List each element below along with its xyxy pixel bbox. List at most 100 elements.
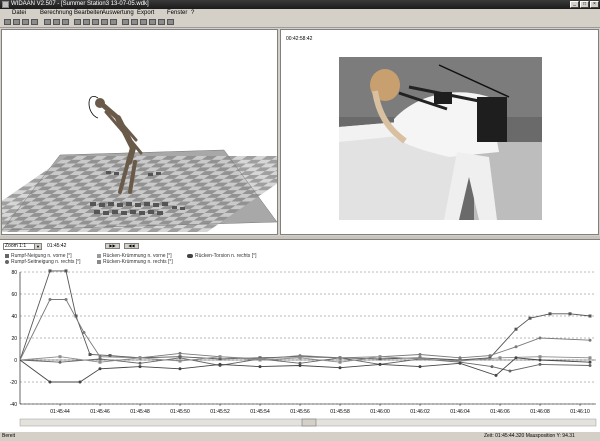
status-time: Zeit: 01:45:44.320 Mausposition Y: 94.31 xyxy=(484,433,575,439)
data-point xyxy=(258,365,262,369)
menu-fenster[interactable]: Fenster xyxy=(167,9,187,17)
x-tick-label: 01:45:46 xyxy=(90,409,110,415)
data-point xyxy=(588,338,592,342)
open-icon[interactable] xyxy=(13,19,20,25)
window-title: WIDAAN V2.507 - [Summer Station3 13-07-0… xyxy=(11,1,149,7)
marker-icon[interactable] xyxy=(122,19,129,25)
data-point xyxy=(58,355,62,359)
data-point xyxy=(588,364,592,367)
menu-berechnung[interactable]: Berechnung xyxy=(40,9,72,17)
data-point xyxy=(138,365,142,369)
y-tick-label: 20 xyxy=(11,336,17,342)
data-point xyxy=(298,356,302,360)
title-bar: WIDAAN V2.507 - [Summer Station3 13-07-0… xyxy=(0,0,600,9)
legend-item-5: Rücken-Torsion n. rechts [°] xyxy=(187,253,256,259)
menu-help[interactable]: ? xyxy=(191,9,194,17)
legend-marker-icon xyxy=(5,259,9,264)
series-line xyxy=(19,270,591,361)
legend-item-2: Rumpf-Seitneigung n. rechts [°] xyxy=(5,259,81,265)
x-tick-label: 01:46:06 xyxy=(490,409,510,415)
data-point xyxy=(78,380,82,384)
data-point xyxy=(418,357,422,361)
skip-forward-icon[interactable] xyxy=(110,19,117,25)
settings-icon[interactable] xyxy=(44,19,51,25)
data-point xyxy=(568,312,572,316)
data-point xyxy=(588,314,592,318)
legend-marker-icon xyxy=(187,253,193,258)
y-tick-label: 60 xyxy=(11,292,17,298)
step-forward-icon[interactable] xyxy=(101,19,108,25)
3d-view-pane[interactable] xyxy=(1,29,278,235)
legend-marker-icon xyxy=(5,253,9,258)
y-tick-label: 0 xyxy=(14,358,17,364)
new-icon[interactable] xyxy=(4,19,11,25)
data-point xyxy=(538,358,542,362)
data-point xyxy=(138,361,142,365)
x-tick-label: 01:45:44 xyxy=(50,409,70,415)
data-point xyxy=(218,362,222,366)
status-bar: Bereit Zeit: 01:45:44.320 Mausposition Y… xyxy=(0,431,600,441)
x-tick-label: 01:45:50 xyxy=(170,409,190,415)
graph-icon[interactable] xyxy=(140,19,147,25)
camera-icon[interactable] xyxy=(62,19,69,25)
data-point xyxy=(48,380,52,384)
data-point xyxy=(458,361,462,365)
data-point xyxy=(178,351,182,355)
tools-icon[interactable] xyxy=(167,19,174,25)
x-tick-label: 01:45:56 xyxy=(290,409,310,415)
data-point xyxy=(494,373,498,377)
figure-icon[interactable] xyxy=(53,19,60,25)
skip-back-icon[interactable] xyxy=(74,19,81,25)
forward-button[interactable]: ▶▶ xyxy=(105,243,120,249)
back-button[interactable]: ◀◀ xyxy=(124,243,139,249)
data-point xyxy=(458,356,462,360)
data-point xyxy=(64,269,68,273)
series-line xyxy=(19,299,591,361)
data-point xyxy=(258,358,262,362)
data-point xyxy=(82,331,86,334)
video-pane[interactable]: 00:42:58:42 xyxy=(280,29,599,235)
play-icon[interactable] xyxy=(92,19,99,25)
data-point xyxy=(218,355,222,359)
video-timestamp: 00:42:58:42 xyxy=(286,36,313,42)
current-time: 01:45:42 xyxy=(47,243,67,249)
legend-marker-icon xyxy=(97,259,101,264)
status-text: Bereit xyxy=(2,433,16,439)
data-point xyxy=(588,356,592,360)
y-tick-label: 80 xyxy=(11,270,17,276)
save-icon[interactable] xyxy=(22,19,29,25)
app-icon xyxy=(2,1,9,8)
x-tick-label: 01:46:02 xyxy=(410,409,430,415)
data-point xyxy=(588,360,592,364)
menu-auswertung[interactable]: Auswertung xyxy=(102,9,134,17)
step-back-icon[interactable] xyxy=(83,19,90,25)
data-point xyxy=(418,365,422,369)
print-icon[interactable] xyxy=(31,19,38,25)
data-point xyxy=(538,355,542,359)
data-point xyxy=(178,367,182,371)
data-point xyxy=(378,362,382,366)
menu-export[interactable]: Export xyxy=(137,9,154,17)
x-tick-label: 01:46:00 xyxy=(370,409,390,415)
export-icon[interactable] xyxy=(149,19,156,25)
close-icon[interactable]: × xyxy=(590,1,599,8)
x-tick-label: 01:45:54 xyxy=(250,409,270,415)
data-point xyxy=(418,353,422,356)
x-tick-label: 01:45:48 xyxy=(130,409,150,415)
maximize-icon[interactable]: □ xyxy=(580,1,589,8)
menu-bearbeiten[interactable]: Bearbeiten xyxy=(74,9,103,17)
minimize-icon[interactable]: _ xyxy=(570,1,579,8)
data-point xyxy=(490,365,494,369)
angle-chart[interactable]: 80 60 40 20 0 -20 -40 01:45:44 01:45:46 01:45:48 0… xyxy=(0,267,600,432)
chart-icon[interactable] xyxy=(131,19,138,25)
menu-datei[interactable]: Datei xyxy=(12,9,26,17)
data-point xyxy=(498,356,502,360)
data-point xyxy=(178,356,182,360)
zoom-select[interactable]: Zoom 1:1 ▼ xyxy=(3,243,42,250)
x-tick-label: 01:45:52 xyxy=(210,409,230,415)
zoom-icon[interactable] xyxy=(158,19,165,25)
scrollbar-thumb[interactable] xyxy=(301,418,317,427)
menu-bar: Datei Berechnung Bearbeiten Auswertung E… xyxy=(0,9,600,17)
data-point xyxy=(548,312,552,316)
graph-panel: Zoom 1:1 ▼ 01:45:42 ▶▶ ◀◀ Rumpf-Neigung … xyxy=(0,239,600,431)
